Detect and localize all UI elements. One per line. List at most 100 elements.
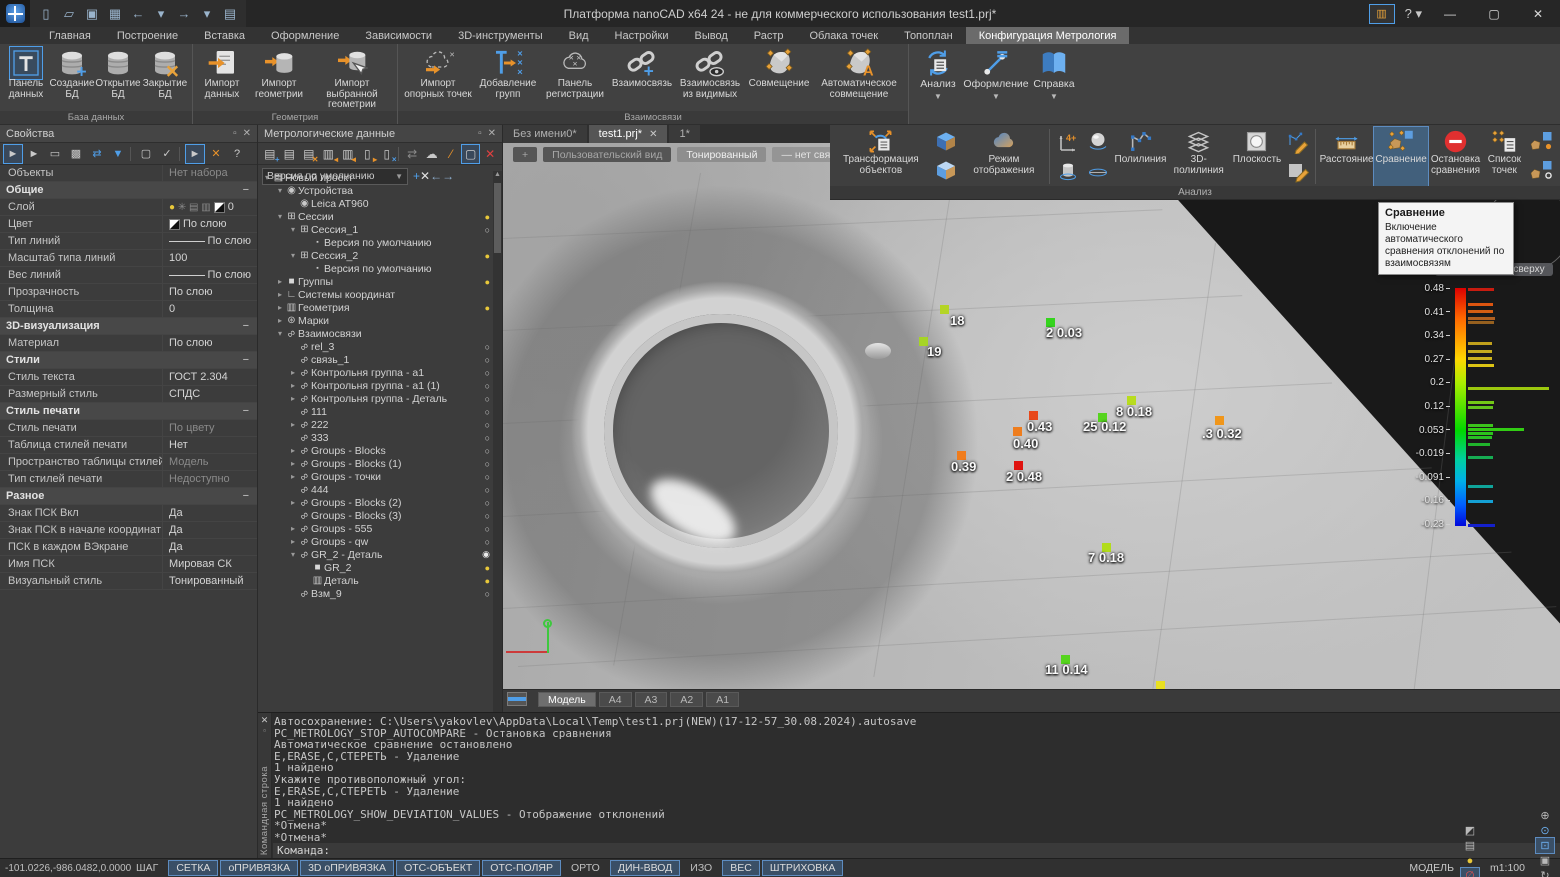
pin-icon[interactable]: ▫ [258,726,271,735]
tree-item[interactable]: ▸∞Groups - 555○ [258,522,493,535]
edit-polyline-icon[interactable] [1286,130,1310,154]
property-row[interactable]: Толщина0 [0,301,257,318]
radio-icon[interactable]: ○ [485,420,490,430]
property-value[interactable]: По слою [163,235,257,247]
property-row[interactable]: Визуальный стильТонированный [0,573,257,590]
radio-icon[interactable]: ○ [485,472,490,482]
toggle-ОТС-ПОЛЯР[interactable]: ОТС-ПОЛЯР [482,860,561,876]
visibility-bulb-icon[interactable]: ● [485,251,490,261]
property-row[interactable]: Тип линийПо слою [0,233,257,250]
close-icon[interactable]: ✕ [258,713,271,726]
flyout-button-Плоскость[interactable]: Плоскость [1230,127,1284,186]
visibility-bulb-icon[interactable]: ○ [485,225,490,235]
lamp-icon[interactable]: ● [1461,853,1479,868]
property-row[interactable]: Пространство таблицы стилей пе...Модель [0,454,257,471]
menu-tab-Настройки[interactable]: Настройки [602,27,682,44]
menu-tab-Конфигурация Метрология[interactable]: Конфигурация Метрология [966,27,1130,44]
expander-icon[interactable]: ▸ [275,277,285,286]
plane-fit-icon[interactable] [1086,159,1110,183]
menu-tab-Растр[interactable]: Растр [741,27,797,44]
sphere-fit-icon[interactable] [1086,130,1110,154]
open-file-icon[interactable]: ▱ [59,4,79,24]
add-view-button[interactable]: + [513,147,537,162]
tree-item[interactable]: ▪Версия по умолчанию [258,236,493,249]
radio-icon[interactable]: ◉ [482,549,490,560]
property-row[interactable]: Знак ПСК в начале координатДа [0,522,257,539]
close-icon[interactable]: ✕ [488,128,496,139]
ribbon-button[interactable]: ×Импорт опорных точек [401,46,475,108]
print-icon[interactable]: ▤ [220,4,240,24]
property-value[interactable]: Модель [163,456,257,468]
property-row[interactable]: ПСК в каждом ВЭкранеДа [0,539,257,556]
sync-icon[interactable]: ⇄ [403,145,421,163]
tree-item[interactable]: ▥Деталь● [258,574,493,587]
db-import-icon[interactable]: ▥◂ [320,145,338,163]
radio-icon[interactable]: ○ [485,537,490,547]
menu-tab-3D-инструменты[interactable]: 3D-инструменты [445,27,556,44]
property-value[interactable]: Да [163,507,257,519]
zoom-object-icon[interactable]: ▣ [1536,853,1554,868]
annotation-scale[interactable]: m1:100 [1490,862,1525,874]
pin-icon[interactable]: ▫ [478,128,482,139]
view-name-button[interactable]: Пользовательский вид [543,147,671,162]
ribbon-button[interactable]: Панель данных [3,46,49,108]
ribbon-button[interactable]: +Создание БД [49,46,95,108]
property-value[interactable]: Нет набора [163,167,257,179]
flyout-button-Остановка сравнения[interactable]: Остановка сравнения [1428,127,1482,186]
cursor-settings-icon[interactable]: ► [186,145,204,163]
filter-icon[interactable]: ▼ [109,145,127,163]
radio-icon[interactable]: ○ [485,446,490,456]
flyout-button-Полилиния[interactable]: Полилиния [1113,127,1167,186]
edit-plane-icon[interactable] [1286,159,1310,183]
confirm-selection-icon[interactable]: ✓ [158,145,176,163]
cylinder-fit-icon[interactable] [1056,159,1080,183]
collapse-icon[interactable]: − [243,354,257,366]
flyout-button-Расстояние[interactable]: Расстояние [1319,127,1373,186]
radio-icon[interactable]: ○ [485,355,490,365]
document-tab[interactable]: test1.prj*✕ [589,125,668,143]
tree-item[interactable]: ▸■Группы● [258,275,493,288]
expander-icon[interactable]: ▸ [275,303,285,312]
toggle-оПРИВЯЗКА[interactable]: оПРИВЯЗКА [220,860,298,876]
document-tab[interactable]: 1* [669,125,699,143]
property-row[interactable]: ПрозрачностьПо слою [0,284,257,301]
redo-icon[interactable]: → [174,4,194,24]
menu-tab-Вставка[interactable]: Вставка [191,27,258,44]
property-section-Общие[interactable]: Общие− [0,182,257,199]
visibility-bulb-icon[interactable]: ● [485,563,490,573]
tree-item[interactable]: ▸▥Геометрия● [258,301,493,314]
layout-tab-A3[interactable]: A3 [635,692,668,707]
collapse-icon[interactable]: − [243,405,257,417]
toolbox-icon[interactable]: ▥ [1369,4,1395,24]
ribbon-dropdown-Оформление[interactable]: Оформление▼ [967,44,1025,124]
tree-item[interactable]: ■GR_2● [258,561,493,574]
radio-icon[interactable]: ○ [485,459,490,469]
cube-solid-icon[interactable] [934,159,958,183]
db-import-selected-icon[interactable]: ▥◄ [339,145,357,163]
minimize-button[interactable]: — [1428,0,1472,27]
command-prompt[interactable]: Команда: [273,843,1560,858]
toggle-3D оПРИВЯЗКА[interactable]: 3D оПРИВЯЗКА [300,860,394,876]
command-history[interactable]: Автосохранение: C:\Users\yakovlev\AppDat… [274,716,1558,841]
tree-item[interactable]: ∞333○ [258,431,493,444]
deviation-point[interactable] [1215,416,1224,425]
flyout-button-3D-полилиния[interactable]: 3D-полилиния [1168,127,1230,186]
radio-icon[interactable]: ○ [485,511,490,521]
property-row[interactable]: Имя ПСКМировая СК [0,556,257,573]
flyout-button-Сравнение[interactable]: Сравнение [1374,127,1428,186]
toggle-СЕТКА[interactable]: СЕТКА [168,860,218,876]
tree-item[interactable]: ▸∞Groups - точки○ [258,470,493,483]
deviation-point[interactable] [1013,427,1022,436]
property-value[interactable]: По слою [163,337,257,349]
radio-icon[interactable]: ○ [485,485,490,495]
radio-icon[interactable]: ○ [485,407,490,417]
tree-item[interactable]: ∞444○ [258,483,493,496]
points-blocks-icon[interactable] [1530,130,1554,154]
tree-item[interactable]: ▾⊞Сессия_2● [258,249,493,262]
swap-selection-icon[interactable]: ⇄ [88,145,106,163]
layout-tab-A2[interactable]: A2 [670,692,703,707]
toggle-ИЗО[interactable]: ИЗО [682,860,720,876]
property-row[interactable]: Стиль текстаГОСТ 2.304 [0,369,257,386]
flyout-button-Трансформация объектов[interactable]: Трансформация объектов [832,127,930,186]
toggle-ОТС-ОБЪЕКТ[interactable]: ОТС-ОБЪЕКТ [396,860,480,876]
